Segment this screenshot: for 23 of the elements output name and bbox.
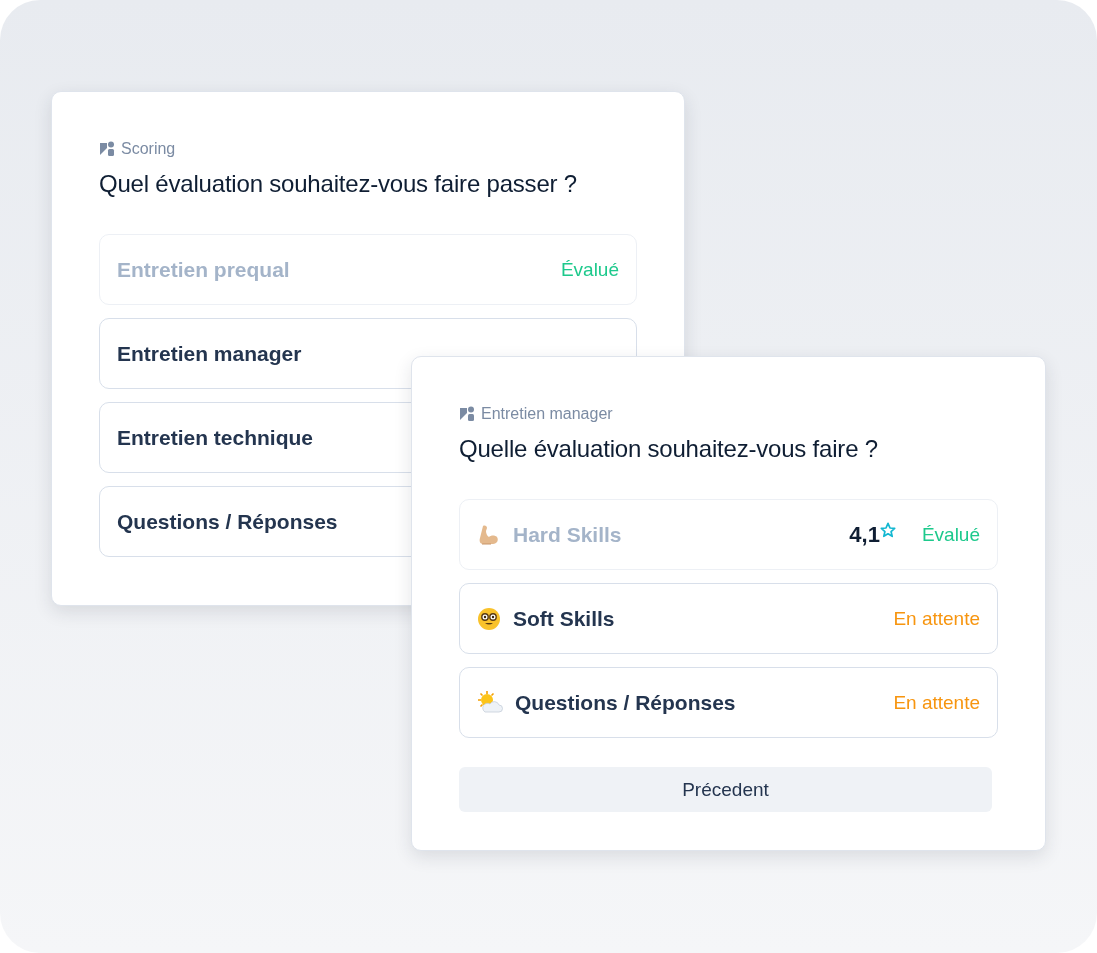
card-eyebrow: Scoring bbox=[121, 140, 176, 158]
sun-behind-cloud-icon bbox=[477, 690, 503, 715]
logo-icon bbox=[459, 406, 475, 422]
option-label: Hard Skills bbox=[513, 522, 623, 547]
card-title: Quel évaluation souhaitez-vous faire passer ? bbox=[99, 170, 578, 198]
option-label: Soft Skills bbox=[513, 606, 616, 631]
score-value: 4,1 bbox=[849, 521, 880, 548]
option-label: Entretien manager bbox=[117, 341, 303, 366]
option-status: Évalué bbox=[921, 523, 980, 546]
evaluation-option[interactable]: Soft Skills En attente bbox=[459, 583, 998, 654]
nerd-face-icon bbox=[477, 606, 501, 631]
logo-icon bbox=[99, 141, 115, 157]
option-status: En attente bbox=[893, 691, 980, 714]
option-label: Questions / Réponses bbox=[515, 690, 737, 715]
previous-button[interactable]: Précedent bbox=[459, 767, 992, 812]
card-eyebrow: Entretien manager bbox=[481, 405, 613, 423]
evaluation-option[interactable]: Hard Skills 4,1 Évalué bbox=[459, 499, 998, 570]
option-status: En attente bbox=[893, 607, 980, 630]
star-icon bbox=[879, 521, 896, 538]
evaluation-option[interactable]: Questions / Réponses En attente bbox=[459, 667, 998, 738]
option-label: Questions / Réponses bbox=[117, 509, 339, 534]
option-label: Entretien prequal bbox=[117, 257, 291, 282]
option-status: Évalué bbox=[560, 258, 619, 281]
